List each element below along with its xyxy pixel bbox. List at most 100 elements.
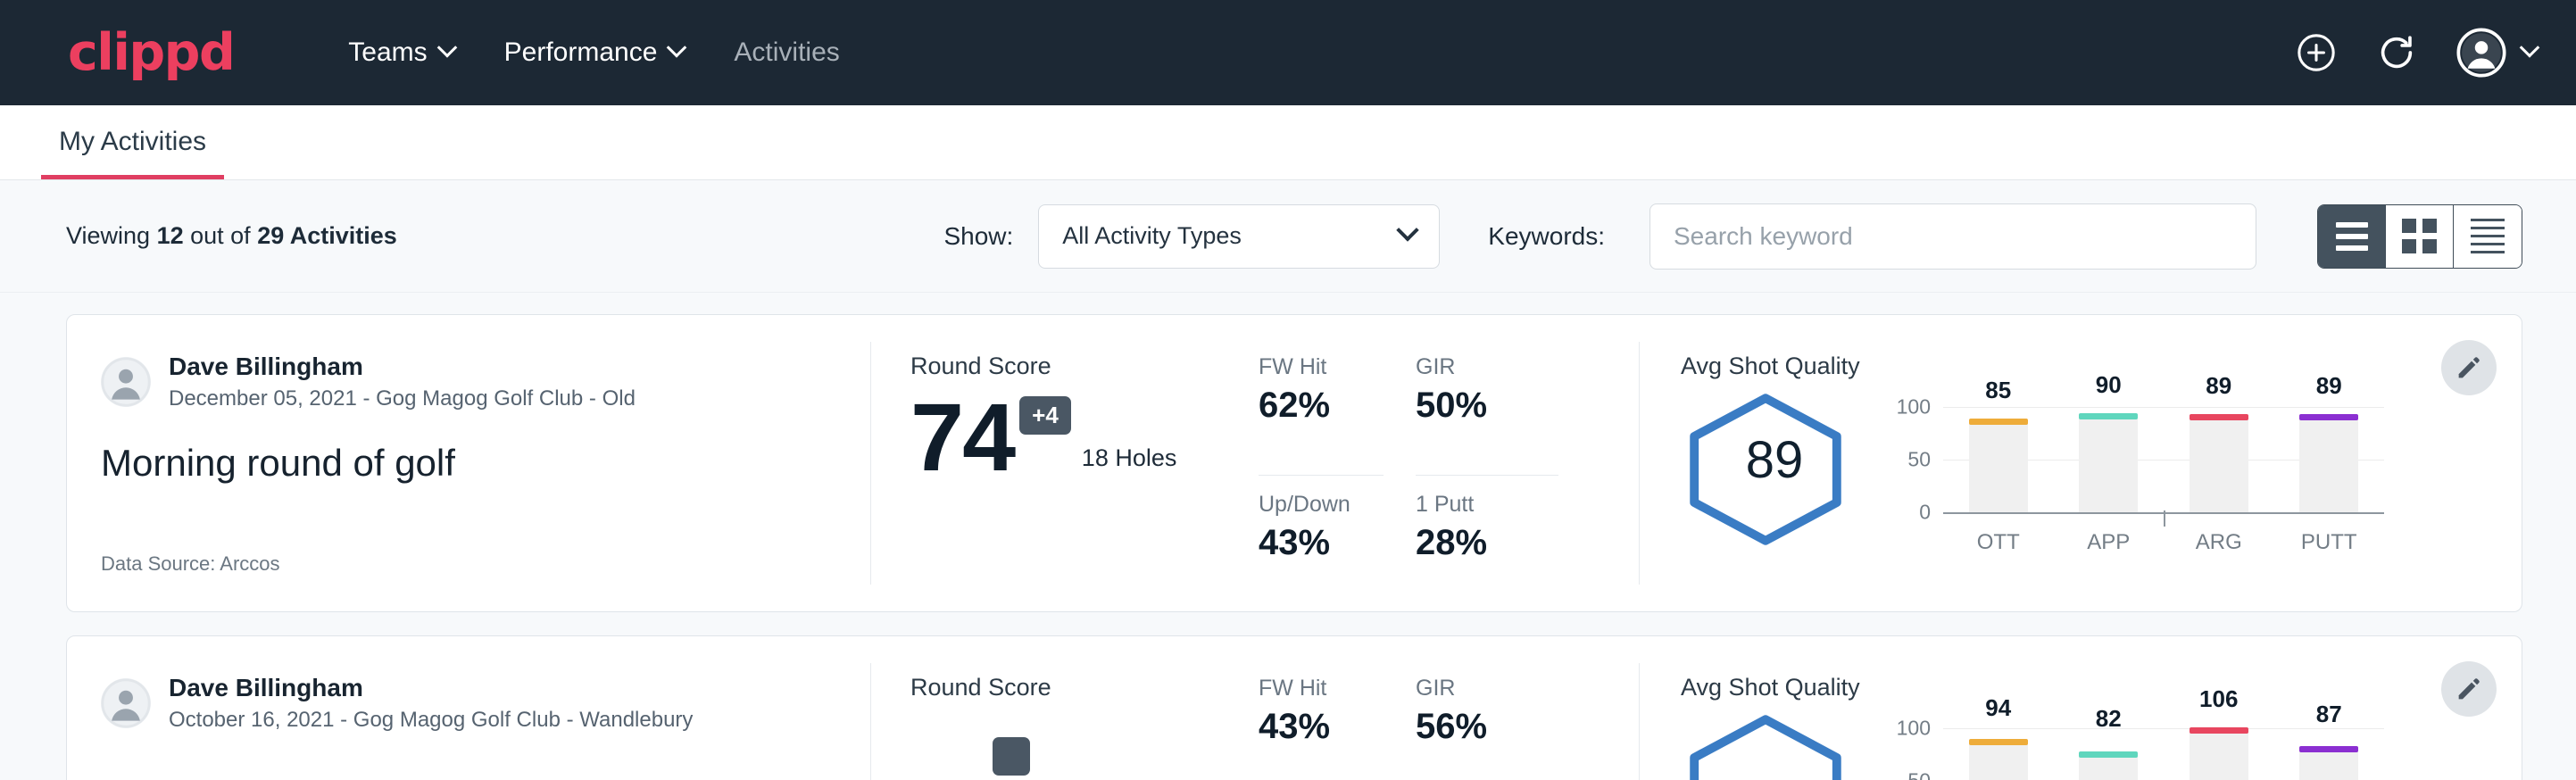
nav-item-teams-label: Teams (348, 37, 427, 68)
activities-list: Dave Billingham December 05, 2021 - Gog … (0, 293, 2576, 780)
viewing-prefix: Viewing (66, 222, 157, 249)
bar-value-ott: 94 (1985, 694, 2011, 722)
search-keyword-box[interactable] (1649, 203, 2256, 270)
x-label-app: APP (2054, 530, 2165, 555)
round-stats: FW Hit 62% GIR 50% Up/Down 43% 1 Putt 28… (1259, 353, 1558, 611)
stat-value: 56% (1416, 707, 1558, 747)
y-tick-50: 50 (1907, 769, 1931, 780)
bar-column-arg: 106 (2164, 728, 2274, 780)
round-score-value: 74 (910, 393, 1014, 481)
activity-user: Dave Billingham December 05, 2021 - Gog … (101, 353, 835, 411)
nav-actions (2296, 28, 2537, 78)
show-label: Show: (943, 222, 1013, 251)
chevron-down-icon (436, 37, 457, 58)
nav-item-activities[interactable]: Activities (709, 37, 864, 68)
stat-value: 43% (1259, 523, 1384, 563)
bar-putt (2299, 751, 2358, 780)
clippd-logo[interactable]: clippd (68, 28, 234, 79)
plus-circle-icon (2296, 32, 2337, 73)
bar-cap (2079, 751, 2138, 758)
y-tick-50: 50 (1907, 448, 1931, 472)
view-toggle-compact[interactable] (2454, 205, 2522, 268)
score-diff-badge: +4 (1019, 396, 1071, 435)
round-score-label: Round Score (910, 353, 1259, 380)
activity-summary: Dave Billingham October 16, 2021 - Gog M… (67, 636, 870, 780)
search-input[interactable] (1674, 222, 2232, 251)
x-label-arg: ARG (2164, 530, 2274, 555)
bar-arg (2190, 732, 2248, 780)
viewing-mid: out of (184, 222, 258, 249)
activity-summary: Dave Billingham December 05, 2021 - Gog … (67, 315, 870, 611)
bar-cap (2079, 413, 2138, 419)
bar-column-app: 82 (2054, 728, 2165, 780)
top-navigation-bar: clippd Teams Performance Activities (0, 0, 2576, 105)
activity-user: Dave Billingham October 16, 2021 - Gog M… (101, 674, 835, 733)
activity-type-select[interactable]: All Activity Types (1038, 204, 1440, 269)
account-avatar-icon (2456, 28, 2506, 78)
filter-bar: Viewing 12 out of 29 Activities Show: Al… (0, 180, 2576, 293)
chevron-down-icon (1397, 219, 1419, 241)
stat-up-down: Up/Down 43% (1259, 492, 1384, 612)
x-tick (2164, 510, 2165, 527)
stat-value: 50% (1416, 386, 1558, 426)
nav-item-performance-label: Performance (504, 37, 658, 68)
edit-pencil-icon (2455, 675, 2483, 703)
edit-activity-button[interactable] (2441, 661, 2497, 717)
activity-title: Morning round of golf (101, 442, 835, 485)
stat-label: 1 Putt (1416, 492, 1558, 518)
round-score-panel: Round Score 74 +4 18 Holes FW Hit 62% GI… (871, 315, 1639, 611)
hexagon-icon (1681, 712, 1850, 780)
tab-my-activities-label: My Activities (59, 127, 206, 156)
chevron-down-icon (2520, 37, 2540, 58)
y-tick-100: 100 (1897, 395, 1931, 419)
chart-bars: 85 90 (1943, 407, 2384, 512)
avatar (101, 678, 151, 728)
stat-value: 62% (1259, 386, 1384, 426)
activity-data-source: Data Source: Arccos (101, 552, 280, 576)
quality-hexagon: 89 (1681, 386, 1868, 552)
shot-quality-chart: 100 50 0 94 82 (1884, 707, 2384, 780)
nav-item-performance[interactable]: Performance (479, 37, 710, 68)
nav-item-teams[interactable]: Teams (323, 37, 478, 68)
viewing-summary: Viewing 12 out of 29 Activities (66, 222, 397, 250)
refresh-button[interactable] (2376, 32, 2417, 73)
round-stats: FW Hit 43% GIR 56% (1259, 674, 1558, 780)
stat-label: GIR (1416, 676, 1558, 701)
bar-app (2079, 418, 2138, 512)
y-tick-0: 0 (1919, 501, 1931, 525)
score-diff-badge (993, 737, 1030, 776)
add-button[interactable] (2296, 32, 2337, 73)
chart-plot-area: 100 50 0 94 82 (1943, 728, 2384, 780)
account-menu-button[interactable] (2456, 28, 2537, 78)
user-name: Dave Billingham (169, 674, 693, 702)
stat-label: Up/Down (1259, 492, 1384, 518)
activity-card[interactable]: Dave Billingham October 16, 2021 - Gog M… (66, 635, 2522, 780)
stat-label: FW Hit (1259, 354, 1384, 380)
tab-bar: My Activities (0, 105, 2576, 180)
stat-one-putt: 1 Putt 28% (1416, 492, 1558, 612)
bar-cap (2299, 414, 2358, 420)
bar-value-app: 90 (2096, 371, 2122, 399)
bar-putt (2299, 419, 2358, 512)
keywords-label: Keywords: (1488, 222, 1605, 251)
bar-cap (1969, 419, 2028, 425)
avg-shot-quality-label: Avg Shot Quality (1681, 674, 2522, 701)
round-score-panel: Round Score FW Hit 43% GIR 56% (871, 636, 1639, 780)
chart-x-labels: OTT APP ARG PUTT (1943, 530, 2384, 555)
person-icon (101, 678, 151, 728)
tab-my-activities[interactable]: My Activities (41, 127, 224, 179)
view-toggle-list[interactable] (2318, 205, 2386, 268)
bar-column-putt: 89 (2274, 407, 2385, 512)
bar-cap (1969, 739, 2028, 745)
edit-activity-button[interactable] (2441, 340, 2497, 395)
activity-card[interactable]: Dave Billingham December 05, 2021 - Gog … (66, 314, 2522, 612)
bar-ott (1969, 743, 2028, 780)
stat-fw-hit: FW Hit 43% (1259, 676, 1384, 780)
nav-item-activities-label: Activities (734, 37, 839, 68)
view-toggle-grid[interactable] (2386, 205, 2454, 268)
bar-column-ott: 94 (1943, 728, 2054, 780)
quality-hexagon (1681, 707, 1868, 780)
bar-cap (2190, 414, 2248, 420)
bar-value-ott: 85 (1985, 377, 2011, 404)
bar-value-arg: 106 (2199, 685, 2238, 713)
